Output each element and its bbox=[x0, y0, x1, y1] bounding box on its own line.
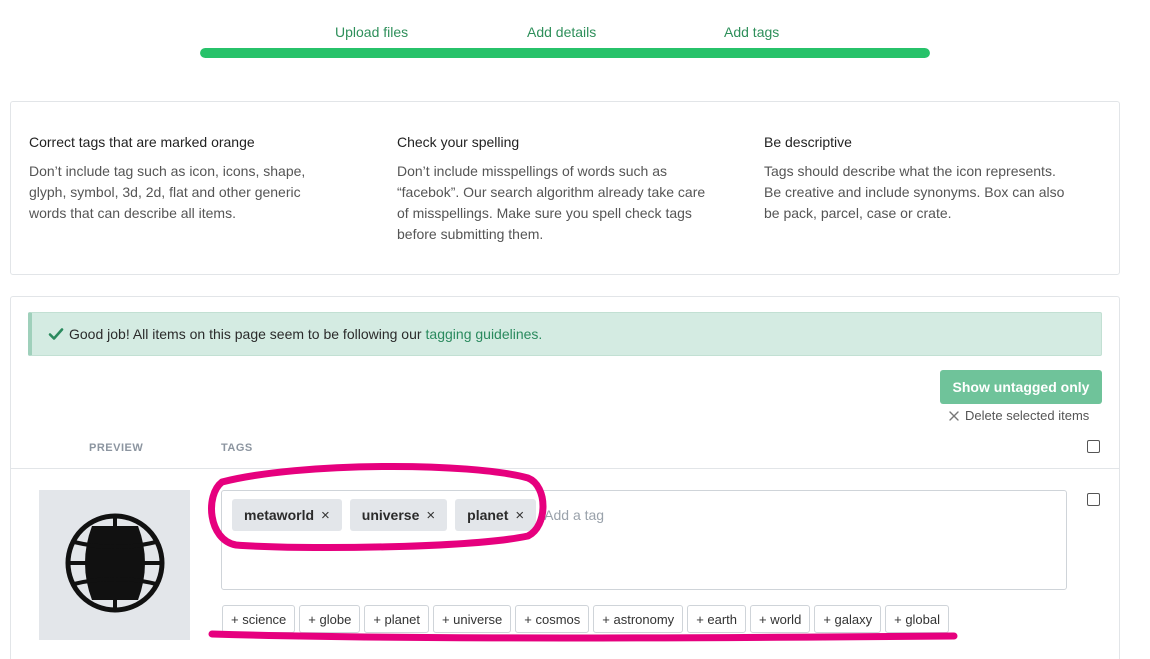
guideline-body: Tags should describe what the icon repre… bbox=[764, 163, 1065, 221]
alert-text: Good job! All items on this page seem to… bbox=[69, 326, 422, 342]
step-add-details[interactable]: Add details bbox=[527, 24, 596, 40]
tag-label: metaworld bbox=[244, 507, 315, 523]
progress-bar bbox=[200, 48, 930, 58]
success-alert: Good job! All items on this page seem to… bbox=[28, 312, 1102, 356]
remove-tag-icon[interactable]: × bbox=[321, 507, 330, 524]
guideline-spelling: Check your spelling Don’t include misspe… bbox=[397, 134, 707, 245]
guideline-title: Be descriptive bbox=[764, 134, 852, 150]
suggested-tag[interactable]: + planet bbox=[364, 605, 429, 633]
column-header-tags: TAGS bbox=[221, 442, 253, 454]
column-header-preview: PREVIEW bbox=[89, 442, 144, 454]
tag-label: universe bbox=[361, 507, 420, 523]
guideline-body: Don’t include misspellings of words such… bbox=[397, 163, 706, 242]
suggested-tag[interactable]: + world bbox=[750, 605, 811, 633]
add-tag-input[interactable] bbox=[544, 499, 705, 531]
globe-icon bbox=[64, 512, 166, 619]
checkmark-icon bbox=[48, 326, 64, 342]
suggested-tag[interactable]: + cosmos bbox=[515, 605, 590, 633]
suggested-tag[interactable]: + earth bbox=[687, 605, 747, 633]
guideline-descriptive: Be descriptive Tags should describe what… bbox=[764, 134, 1074, 224]
tag-label: planet bbox=[467, 507, 509, 523]
tag-chip: planet × bbox=[455, 499, 537, 531]
tag-chip: universe × bbox=[349, 499, 448, 531]
suggested-tag[interactable]: + science bbox=[222, 605, 296, 633]
suggested-tags: + science + globe + planet + universe + … bbox=[222, 605, 953, 633]
close-icon bbox=[948, 410, 960, 422]
header-divider bbox=[11, 468, 1119, 469]
tag-input-box[interactable]: metaworld × universe × planet × bbox=[221, 490, 1067, 590]
select-all-checkbox[interactable] bbox=[1087, 440, 1100, 453]
item-select-checkbox[interactable] bbox=[1087, 493, 1100, 506]
suggested-tag[interactable]: + universe bbox=[432, 605, 512, 633]
tagging-guidelines-card: Correct tags that are marked orange Don’… bbox=[10, 101, 1120, 275]
guideline-title: Correct tags that are marked orange bbox=[29, 134, 255, 150]
tag-chip: metaworld × bbox=[232, 499, 342, 531]
step-add-tags[interactable]: Add tags bbox=[724, 24, 779, 40]
delete-selected-button[interactable]: Delete selected items bbox=[948, 408, 1089, 423]
remove-tag-icon[interactable]: × bbox=[515, 507, 524, 524]
guideline-orange-tags: Correct tags that are marked orange Don’… bbox=[29, 134, 339, 224]
delete-selected-label: Delete selected items bbox=[965, 408, 1090, 423]
step-upload-files[interactable]: Upload files bbox=[335, 24, 408, 40]
remove-tag-icon[interactable]: × bbox=[426, 507, 435, 524]
tagging-panel: Good job! All items on this page seem to… bbox=[10, 296, 1120, 659]
suggested-tag[interactable]: + global bbox=[885, 605, 950, 633]
guideline-title: Check your spelling bbox=[397, 134, 520, 150]
suggested-tag[interactable]: + galaxy bbox=[814, 605, 882, 633]
suggested-tag[interactable]: + globe bbox=[299, 605, 361, 633]
item-preview bbox=[39, 490, 190, 640]
upload-steps: Upload files Add details Add tags bbox=[0, 0, 1150, 70]
progress-bar-fill bbox=[200, 48, 930, 58]
tagging-guidelines-link[interactable]: tagging guidelines. bbox=[426, 326, 543, 342]
show-untagged-only-button[interactable]: Show untagged only bbox=[940, 370, 1102, 404]
suggested-tag[interactable]: + astronomy bbox=[593, 605, 684, 633]
guideline-body: Don’t include tag such as icon, icons, s… bbox=[29, 163, 306, 221]
